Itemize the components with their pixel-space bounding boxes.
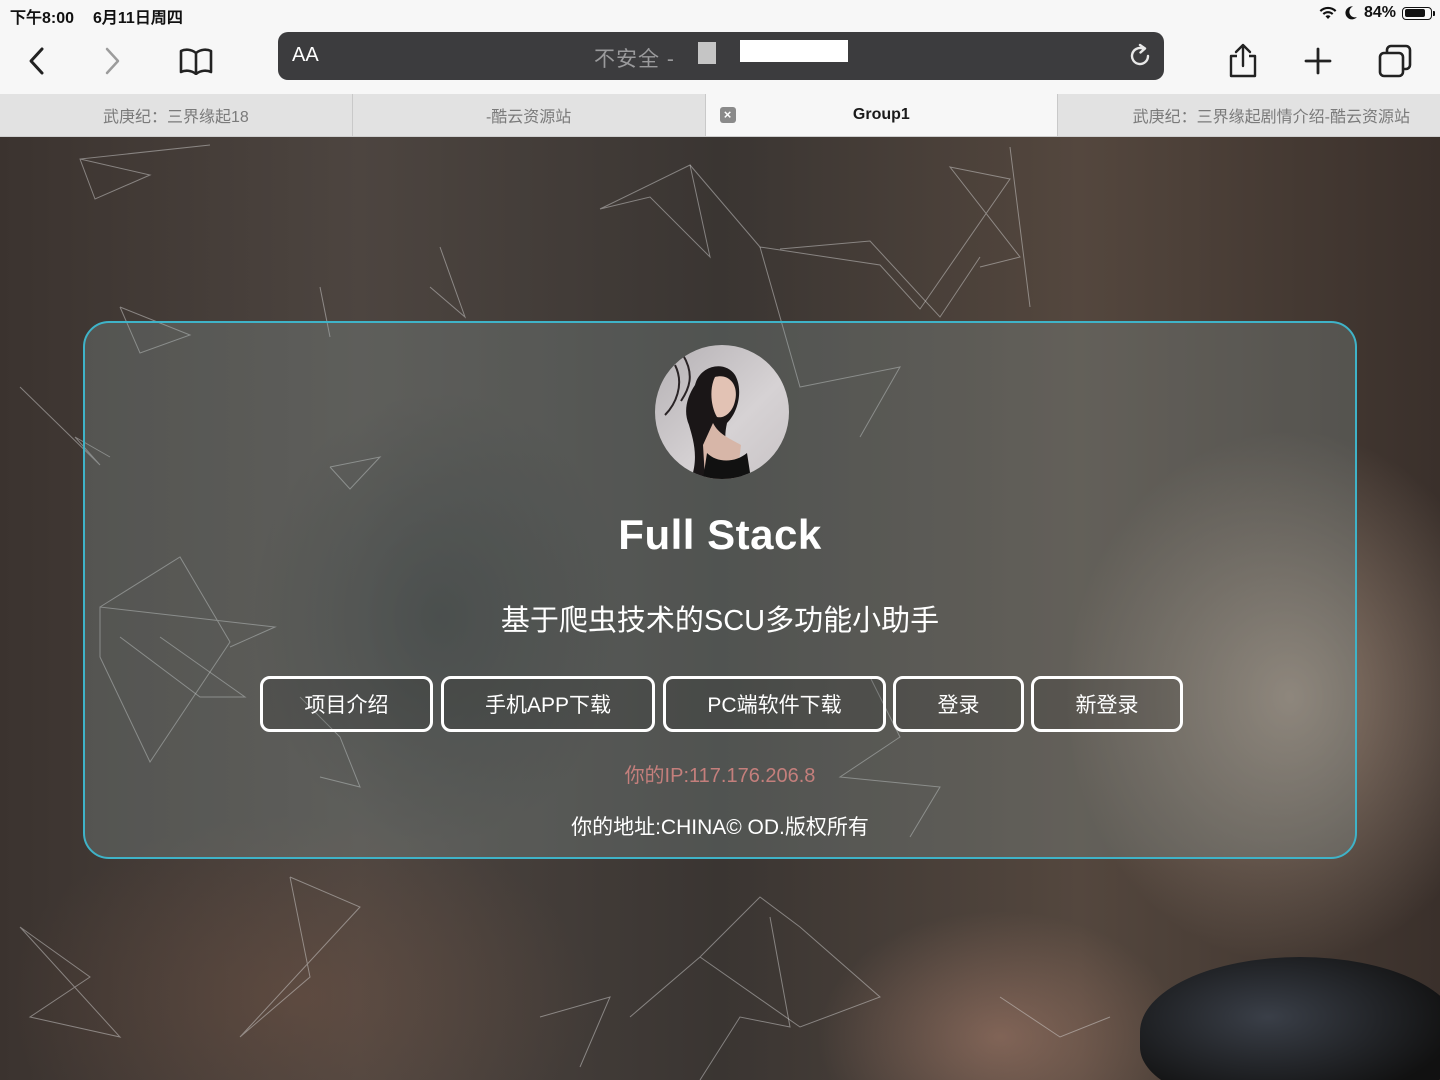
share-button[interactable] [1218,36,1268,86]
pc-software-download-button[interactable]: PC端软件下载 [663,676,886,732]
login-button[interactable]: 登录 [893,676,1024,732]
avatar-portrait [664,354,751,479]
tab-item[interactable]: 武庚纪：三界缘起18 [0,94,353,136]
web-content: Full Stack 基于爬虫技术的SCU多功能小助手 项目介绍 手机APP下载… [0,137,1440,1080]
close-icon[interactable]: × [719,107,736,123]
tab-item[interactable]: 武庚纪：三界缘起剧情介绍-酷云资源站 [1058,94,1440,136]
forward-button[interactable] [87,36,137,86]
mobile-app-download-button[interactable]: 手机APP下载 [441,676,655,732]
battery-level [1404,9,1425,17]
ip-address-text: 你的IP:117.176.206.8 [624,765,816,787]
redacted-block [740,40,848,62]
moon-icon [1345,6,1357,20]
book-icon [179,48,213,75]
tab-label: Group1 [852,106,910,123]
tab-item[interactable]: -酷云资源站 [353,94,706,136]
chevron-right-icon [105,47,120,75]
tab-label: 武庚纪：三界缘起18 [102,109,249,126]
button-row: 项目介绍 手机APP下载 PC端软件下载 登录 新登录 [85,676,1355,732]
chevron-left-icon [29,47,44,75]
status-indicators: 84% [1318,4,1435,22]
text-size-button[interactable]: AA [292,44,319,67]
url-text[interactable]: 不安全 - [594,43,675,73]
browser-toolbar: AA 不安全 - [0,28,1440,94]
plus-icon [1304,47,1332,75]
new-tab-button[interactable] [1293,36,1343,86]
wifi-icon [1319,6,1337,19]
hero-card: Full Stack 基于爬虫技术的SCU多功能小助手 项目介绍 手机APP下载… [83,321,1357,859]
status-bar: 下午8:00 6月11日周四 84% [0,0,1440,28]
back-button[interactable] [12,36,62,86]
site-subtitle: 基于爬虫技术的SCU多功能小助手 [500,605,940,637]
tabs-overview-button[interactable] [1370,36,1420,86]
tab-bar: 武庚纪：三界缘起18 -酷云资源站 × Group1 武庚纪：三界缘起剧情介绍-… [0,94,1440,137]
project-intro-button[interactable]: 项目介绍 [260,676,433,732]
tab-label: -酷云资源站 [485,109,572,126]
avatar [655,345,789,479]
new-login-button[interactable]: 新登录 [1031,676,1183,732]
redacted-block [698,42,716,64]
status-time: 下午8:00 [10,10,75,27]
battery-icon [1402,6,1435,20]
reload-icon[interactable] [1126,42,1154,70]
address-bar[interactable]: AA 不安全 - [278,32,1164,80]
status-date: 6月11日周四 [93,10,183,27]
bookmarks-button[interactable] [171,36,221,86]
location-copyright-text: 你的地址:CHINA© OD.版权所有 [571,816,869,839]
share-icon [1229,43,1257,78]
site-title: Full Stack [618,511,822,558]
battery-percent: 84% [1363,4,1396,21]
tab-item-active[interactable]: × Group1 [705,94,1059,136]
tabs-icon [1378,44,1412,78]
tab-label: 武庚纪：三界缘起剧情介绍-酷云资源站 [1132,109,1410,126]
